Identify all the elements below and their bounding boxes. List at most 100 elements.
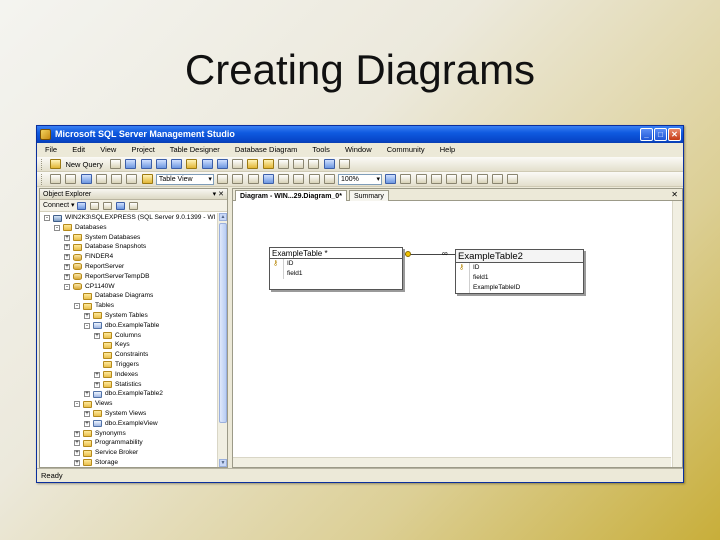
- diagram-vertical-scrollbar[interactable]: [672, 201, 682, 467]
- relationships-icon[interactable]: [80, 174, 92, 184]
- tree-node[interactable]: + ReportServerTempDB: [40, 272, 218, 282]
- column-row[interactable]: ExampleTableID: [456, 283, 583, 293]
- menu-window[interactable]: Window: [345, 145, 372, 154]
- toolbar-grip[interactable]: [41, 159, 44, 170]
- tree-node[interactable]: + Database Snapshots: [40, 242, 218, 252]
- tool-f-icon[interactable]: [476, 174, 488, 184]
- registered-servers-icon[interactable]: [232, 159, 244, 169]
- expand-icon[interactable]: +: [84, 410, 90, 417]
- arrange-tables-icon[interactable]: [232, 174, 244, 184]
- tree-node[interactable]: - dbo.ExampleTable: [40, 321, 218, 331]
- tool-h-icon[interactable]: [507, 174, 519, 184]
- collapse-icon[interactable]: -: [44, 215, 50, 221]
- tab-summary[interactable]: Summary: [348, 190, 389, 201]
- connect-icon[interactable]: [77, 202, 87, 210]
- tree-node[interactable]: + FINDER4: [40, 252, 218, 262]
- tree-node[interactable]: + Storage: [40, 458, 218, 467]
- expand-icon[interactable]: +: [64, 254, 70, 261]
- expand-icon[interactable]: +: [64, 273, 70, 280]
- tree-node[interactable]: + Synonyms: [40, 429, 218, 439]
- tree-node[interactable]: Keys: [40, 340, 218, 350]
- tree-node[interactable]: + Programmability: [40, 438, 218, 448]
- manage-indexes-icon[interactable]: [95, 174, 107, 184]
- tree-node[interactable]: + System Tables: [40, 311, 218, 321]
- expand-icon[interactable]: +: [64, 244, 70, 251]
- xmla-query-icon[interactable]: [171, 159, 183, 169]
- new-table-icon[interactable]: [50, 174, 62, 184]
- check-constraints-icon[interactable]: [111, 174, 123, 184]
- open-folder-icon[interactable]: [186, 159, 198, 169]
- table-view-select[interactable]: Table View: [155, 174, 214, 185]
- page-breaks-icon[interactable]: [262, 174, 274, 184]
- column-row[interactable]: ⚷ ID: [270, 259, 402, 269]
- tree-node[interactable]: Triggers: [40, 360, 218, 370]
- column-row[interactable]: field1: [270, 269, 402, 279]
- expand-icon[interactable]: +: [74, 459, 80, 466]
- arrange-selection-icon[interactable]: [217, 174, 229, 184]
- stop-icon[interactable]: [103, 202, 113, 210]
- menu-tools[interactable]: Tools: [312, 145, 330, 154]
- disconnect-icon[interactable]: [90, 202, 100, 210]
- autosize-icon[interactable]: [247, 174, 259, 184]
- expand-icon[interactable]: +: [84, 391, 90, 398]
- tool-e-icon[interactable]: [461, 174, 473, 184]
- menu-table-designer[interactable]: Table Designer: [170, 145, 220, 154]
- solution-explorer-icon[interactable]: [293, 159, 305, 169]
- menu-edit[interactable]: Edit: [72, 145, 85, 154]
- refresh-icon[interactable]: [116, 202, 126, 210]
- recalculate-icon[interactable]: [278, 174, 290, 184]
- tab-diagram[interactable]: Diagram - WIN...29.Diagram_0*: [235, 190, 347, 201]
- tree-node[interactable]: + dbo.ExampleTable2: [40, 389, 218, 399]
- tool-g-icon[interactable]: [491, 174, 503, 184]
- xml-index-icon[interactable]: [126, 174, 138, 184]
- diagram-canvas[interactable]: ExampleTable * ⚷ ID field1 ∞ ExampleTable…: [233, 201, 671, 457]
- new-query-button[interactable]: New Query: [65, 157, 103, 172]
- menu-project[interactable]: Project: [131, 145, 154, 154]
- expand-icon[interactable]: +: [64, 263, 70, 270]
- column-row[interactable]: ⚷ ID: [456, 263, 583, 273]
- collapse-icon[interactable]: -: [74, 303, 80, 310]
- menu-file[interactable]: File: [45, 145, 57, 154]
- diagram-horizontal-scrollbar[interactable]: [233, 457, 671, 467]
- collapse-icon[interactable]: -: [84, 322, 90, 329]
- new-file-icon[interactable]: [110, 159, 122, 169]
- expand-icon[interactable]: +: [74, 440, 80, 447]
- tool-c-icon[interactable]: [430, 174, 442, 184]
- tree-node[interactable]: - Databases: [40, 223, 218, 233]
- expand-icon[interactable]: +: [74, 450, 80, 457]
- tool-d-icon[interactable]: [446, 174, 458, 184]
- tree-node[interactable]: + Statistics: [40, 380, 218, 390]
- close-button[interactable]: ✕: [668, 128, 681, 141]
- title-bar[interactable]: Microsoft SQL Server Management Studio _…: [37, 126, 683, 143]
- filter-icon[interactable]: [129, 202, 139, 210]
- tree-node[interactable]: - Views: [40, 399, 218, 409]
- tree-node[interactable]: + ReportServer: [40, 262, 218, 272]
- expand-icon[interactable]: +: [64, 234, 70, 241]
- toolbar-grip-2[interactable]: [41, 174, 44, 185]
- show-labels-icon[interactable]: [293, 174, 305, 184]
- menu-community[interactable]: Community: [387, 145, 425, 154]
- tree-node[interactable]: + Indexes: [40, 370, 218, 380]
- collapse-icon[interactable]: -: [64, 283, 70, 290]
- zoom-to-fit-icon[interactable]: [385, 174, 397, 184]
- expand-icon[interactable]: +: [84, 312, 90, 319]
- object-explorer-icon[interactable]: [247, 159, 259, 169]
- menu-database-diagram[interactable]: Database Diagram: [235, 145, 298, 154]
- tree-node[interactable]: Constraints: [40, 350, 218, 360]
- scroll-thumb[interactable]: [219, 223, 227, 423]
- template-explorer-icon[interactable]: [262, 159, 274, 169]
- explorer-vertical-scrollbar[interactable]: ▲ ▼: [217, 213, 227, 467]
- expand-icon[interactable]: +: [94, 332, 100, 339]
- generate-script-icon[interactable]: [308, 174, 320, 184]
- dmx-query-icon[interactable]: [155, 159, 167, 169]
- collapse-icon[interactable]: -: [54, 224, 60, 231]
- options-icon[interactable]: [338, 159, 350, 169]
- mdx-query-icon[interactable]: [140, 159, 152, 169]
- tree-node[interactable]: + dbo.ExampleView: [40, 419, 218, 429]
- minimize-button[interactable]: _: [640, 128, 653, 141]
- expand-icon[interactable]: +: [94, 381, 100, 388]
- save-icon[interactable]: [201, 159, 213, 169]
- zoom-select[interactable]: 100%: [337, 174, 382, 185]
- close-tab-icon[interactable]: ✕: [671, 189, 678, 201]
- tree-node[interactable]: + System Views: [40, 409, 218, 419]
